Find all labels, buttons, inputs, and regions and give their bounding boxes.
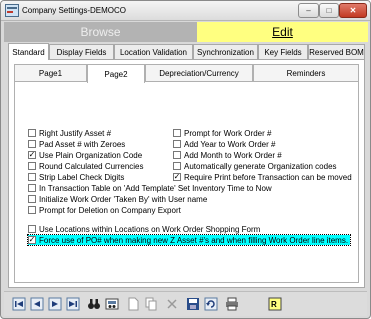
checkbox[interactable] (173, 151, 181, 159)
option-force-po[interactable]: ✓ Force use of PO# when making new Z Ass… (26, 234, 352, 246)
checkbox[interactable] (173, 140, 181, 148)
close-button[interactable]: ✕ (339, 3, 367, 18)
option-label: Force use of PO# when making new Z Asset… (39, 235, 349, 245)
option-label: Add Year to Work Order # (184, 139, 276, 149)
option-init-work-order-taken-by[interactable]: Initialize Work Order 'Taken By' with Us… (28, 194, 207, 204)
maximize-button[interactable]: □ (319, 3, 339, 18)
find-image-icon (105, 298, 119, 310)
option-label: Use Locations within Locations on Work O… (39, 224, 261, 234)
print-icon (226, 297, 238, 311)
option-label: In Transaction Table on 'Add Template' S… (39, 183, 272, 193)
option-strip-label-check-digits[interactable]: Strip Label Check Digits (28, 172, 124, 182)
checkbox[interactable] (28, 173, 36, 181)
new-record-button[interactable] (126, 297, 140, 311)
checkbox-checked[interactable]: ✓ (28, 236, 36, 244)
app-settings-icon (5, 4, 19, 17)
previous-record-button[interactable] (30, 297, 44, 311)
company-settings-window: Company Settings-DEMOCO – □ ✕ Browse Edi… (0, 0, 371, 319)
find-binoculars-icon (88, 299, 100, 309)
edit-mode-button[interactable]: Edit (197, 22, 368, 42)
window-title: Company Settings-DEMOCO (22, 6, 127, 15)
copy-record-icon (145, 297, 157, 311)
option-require-print[interactable]: ✓ Require Print before Transaction can b… (173, 172, 352, 182)
checkbox[interactable] (28, 184, 36, 192)
checkbox-checked[interactable]: ✓ (173, 173, 181, 181)
new-record-icon (128, 297, 139, 311)
minimize-icon: – (306, 5, 311, 15)
tab-display-fields[interactable]: Display Fields (49, 44, 114, 60)
option-label: Add Month to Work Order # (184, 150, 282, 160)
delete-record-icon (167, 299, 177, 309)
option-prompt-work-order[interactable]: Prompt for Work Order # (173, 128, 271, 138)
first-record-icon (12, 297, 26, 311)
previous-record-icon (30, 297, 44, 311)
checkbox[interactable] (28, 129, 36, 137)
option-label: Automatically generate Organization code… (184, 161, 337, 171)
checkbox[interactable] (28, 162, 36, 170)
option-use-plain-org-code[interactable]: ✓ Use Plain Organization Code (28, 150, 142, 160)
svg-text:R: R (271, 300, 277, 309)
print-button[interactable] (225, 297, 239, 311)
option-add-year-work-order[interactable]: Add Year to Work Order # (173, 139, 275, 149)
option-pad-asset-zeroes[interactable]: Pad Asset # with Zeroes (28, 139, 125, 149)
option-use-locations-within[interactable]: Use Locations within Locations on Work O… (28, 224, 260, 234)
save-disk-icon (187, 298, 199, 310)
option-label: Initialize Work Order 'Taken By' with Us… (39, 194, 208, 204)
tab-location-validation[interactable]: Location Validation (114, 44, 193, 60)
find-image-button[interactable] (105, 297, 119, 311)
option-label: Prompt for Deletion on Company Export (39, 205, 181, 215)
copy-record-button[interactable] (144, 297, 158, 311)
last-record-icon (66, 297, 80, 311)
checkbox[interactable] (28, 195, 36, 203)
standard-tab-panel: Page1 Page2 Depreciation/Currency Remind… (8, 59, 365, 288)
checkbox[interactable] (173, 129, 181, 137)
undo-button[interactable] (204, 297, 218, 311)
subtab-page1[interactable]: Page1 (14, 64, 87, 82)
checkbox[interactable] (28, 140, 36, 148)
minimize-button[interactable]: – (298, 3, 319, 18)
tab-standard[interactable]: Standard (8, 43, 49, 60)
edit-mode-label: Edit (272, 25, 293, 39)
report-button[interactable]: R (268, 297, 282, 311)
checkbox[interactable] (173, 162, 181, 170)
delete-record-button[interactable] (165, 297, 179, 311)
undo-icon (204, 297, 218, 311)
first-record-button[interactable] (12, 297, 26, 311)
checkbox[interactable] (28, 206, 36, 214)
maximize-icon: □ (326, 5, 332, 15)
option-label: Right Justify Asset # (39, 128, 112, 138)
browse-mode-button[interactable]: Browse (4, 22, 197, 42)
option-prompt-delete-export[interactable]: Prompt for Deletion on Company Export (28, 205, 181, 215)
next-record-icon (48, 297, 62, 311)
option-transaction-table-time[interactable]: In Transaction Table on 'Add Template' S… (28, 183, 272, 193)
option-auto-gen-org-codes[interactable]: Automatically generate Organization code… (173, 161, 337, 171)
option-label: Use Plain Organization Code (39, 150, 143, 160)
close-icon: ✕ (349, 5, 357, 15)
checkbox-checked[interactable]: ✓ (28, 151, 36, 159)
option-round-calc-currencies[interactable]: Round Calculated Currencies (28, 161, 144, 171)
option-right-justify-asset[interactable]: Right Justify Asset # (28, 128, 111, 138)
find-button[interactable] (87, 297, 101, 311)
report-icon: R (268, 297, 282, 311)
option-add-month-work-order[interactable]: Add Month to Work Order # (173, 150, 282, 160)
subtab-depreciation-currency[interactable]: Depreciation/Currency (145, 64, 253, 82)
title-bar[interactable]: Company Settings-DEMOCO – □ ✕ (1, 1, 370, 21)
option-label: Pad Asset # with Zeroes (39, 139, 126, 149)
page2-panel: Right Justify Asset # Pad Asset # with Z… (14, 81, 359, 283)
option-label: Require Print before Transaction can be … (184, 172, 352, 182)
subtab-page2[interactable]: Page2 (87, 64, 145, 83)
subtab-reminders[interactable]: Reminders (253, 64, 359, 82)
checkbox[interactable] (28, 225, 36, 233)
next-record-button[interactable] (48, 297, 62, 311)
tab-synchronization[interactable]: Synchronization (193, 44, 258, 60)
save-button[interactable] (186, 297, 200, 311)
tab-reserved-bom[interactable]: Reserved BOM (308, 44, 365, 60)
option-label: Strip Label Check Digits (39, 172, 125, 182)
last-record-button[interactable] (66, 297, 80, 311)
option-label: Round Calculated Currencies (39, 161, 144, 171)
tab-key-fields[interactable]: Key Fields (258, 44, 308, 60)
option-label: Prompt for Work Order # (184, 128, 272, 138)
record-toolbar: R (4, 291, 367, 316)
